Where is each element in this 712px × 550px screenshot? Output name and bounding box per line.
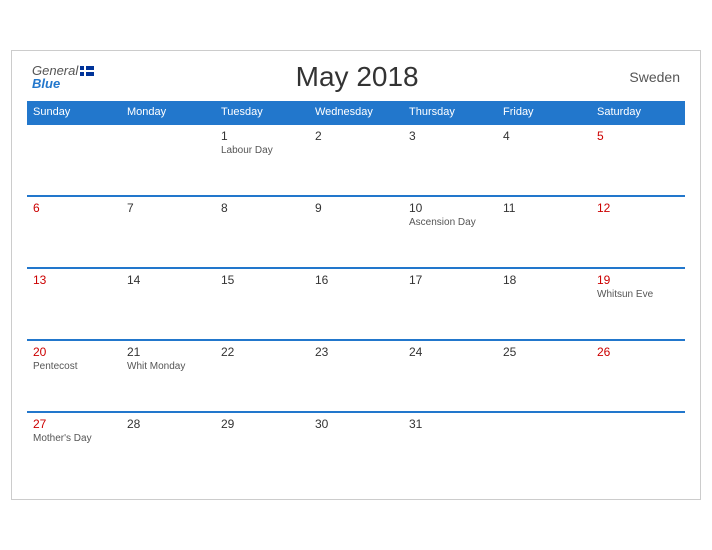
calendar-cell: 8 bbox=[215, 196, 309, 268]
calendar-cell: 13 bbox=[27, 268, 121, 340]
week-row-3: 20 Pentecost 21 Whit Monday 22 23 24 25 26 bbox=[27, 340, 685, 412]
day-number: 21 bbox=[127, 345, 209, 359]
day-number: 1 bbox=[221, 129, 303, 143]
day-number: 16 bbox=[315, 273, 397, 287]
calendar-cell: 21 Whit Monday bbox=[121, 340, 215, 412]
calendar-cell: 14 bbox=[121, 268, 215, 340]
day-event: Whitsun Eve bbox=[597, 289, 679, 300]
day-number: 22 bbox=[221, 345, 303, 359]
calendar-cell: 9 bbox=[309, 196, 403, 268]
day-number: 9 bbox=[315, 201, 397, 215]
calendar-cell: 23 bbox=[309, 340, 403, 412]
day-event: Whit Monday bbox=[127, 361, 209, 372]
day-number: 15 bbox=[221, 273, 303, 287]
calendar-country: Sweden bbox=[620, 69, 680, 85]
day-number: 17 bbox=[409, 273, 491, 287]
day-number: 13 bbox=[33, 273, 115, 287]
calendar-cell: 1 Labour Day bbox=[215, 124, 309, 196]
calendar-cell: 15 bbox=[215, 268, 309, 340]
day-number: 12 bbox=[597, 201, 679, 215]
day-event: Labour Day bbox=[221, 145, 303, 156]
calendar-cell: 29 bbox=[215, 412, 309, 484]
week-row-0: 1 Labour Day 2345 bbox=[27, 124, 685, 196]
day-number: 28 bbox=[127, 417, 209, 431]
week-row-1: 6789 10 Ascension Day 11 12 bbox=[27, 196, 685, 268]
calendar-cell: 16 bbox=[309, 268, 403, 340]
calendar-cell: 24 bbox=[403, 340, 497, 412]
calendar-cell: 10 Ascension Day bbox=[403, 196, 497, 268]
calendar-cell: 20 Pentecost bbox=[27, 340, 121, 412]
logo: General Blue bbox=[32, 64, 94, 90]
calendar-cell: 18 bbox=[497, 268, 591, 340]
weekday-header-tuesday: Tuesday bbox=[215, 101, 309, 124]
calendar-cell bbox=[591, 412, 685, 484]
day-number: 18 bbox=[503, 273, 585, 287]
day-number: 23 bbox=[315, 345, 397, 359]
calendar-cell: 28 bbox=[121, 412, 215, 484]
calendar-cell: 2 bbox=[309, 124, 403, 196]
calendar-header: General Blue May 2018 Sweden bbox=[27, 61, 685, 93]
calendar-container: General Blue May 2018 Sweden SundayMonda… bbox=[11, 50, 701, 500]
calendar-cell: 4 bbox=[497, 124, 591, 196]
calendar-cell: 7 bbox=[121, 196, 215, 268]
logo-flag-icon bbox=[80, 66, 94, 76]
calendar-cell: 19 Whitsun Eve bbox=[591, 268, 685, 340]
calendar-grid: SundayMondayTuesdayWednesdayThursdayFrid… bbox=[27, 101, 685, 484]
day-number: 2 bbox=[315, 129, 397, 143]
week-row-2: 13 14 15 16 17 18 19 Whitsun Eve bbox=[27, 268, 685, 340]
calendar-cell: 27 Mother's Day bbox=[27, 412, 121, 484]
day-number: 7 bbox=[127, 201, 209, 215]
day-number: 10 bbox=[409, 201, 491, 215]
day-number: 25 bbox=[503, 345, 585, 359]
calendar-cell: 17 bbox=[403, 268, 497, 340]
calendar-cell: 26 bbox=[591, 340, 685, 412]
calendar-cell: 31 bbox=[403, 412, 497, 484]
day-number: 24 bbox=[409, 345, 491, 359]
calendar-cell: 11 bbox=[497, 196, 591, 268]
logo-blue-text: Blue bbox=[32, 77, 60, 90]
day-number: 3 bbox=[409, 129, 491, 143]
day-number: 26 bbox=[597, 345, 679, 359]
calendar-cell: 6 bbox=[27, 196, 121, 268]
day-number: 31 bbox=[409, 417, 491, 431]
calendar-cell bbox=[121, 124, 215, 196]
day-event: Ascension Day bbox=[409, 217, 491, 228]
weekday-header-thursday: Thursday bbox=[403, 101, 497, 124]
day-event: Mother's Day bbox=[33, 433, 115, 444]
calendar-cell: 22 bbox=[215, 340, 309, 412]
calendar-cell: 25 bbox=[497, 340, 591, 412]
day-number: 29 bbox=[221, 417, 303, 431]
weekday-header-friday: Friday bbox=[497, 101, 591, 124]
day-number: 6 bbox=[33, 201, 115, 215]
weekday-header-saturday: Saturday bbox=[591, 101, 685, 124]
day-number: 14 bbox=[127, 273, 209, 287]
day-number: 5 bbox=[597, 129, 679, 143]
weekday-header-wednesday: Wednesday bbox=[309, 101, 403, 124]
day-number: 20 bbox=[33, 345, 115, 359]
calendar-cell: 5 bbox=[591, 124, 685, 196]
calendar-cell bbox=[27, 124, 121, 196]
weekday-header-row: SundayMondayTuesdayWednesdayThursdayFrid… bbox=[27, 101, 685, 124]
day-number: 30 bbox=[315, 417, 397, 431]
day-number: 4 bbox=[503, 129, 585, 143]
calendar-cell: 12 bbox=[591, 196, 685, 268]
weekday-header-sunday: Sunday bbox=[27, 101, 121, 124]
day-event: Pentecost bbox=[33, 361, 115, 372]
week-row-4: 27 Mother's Day 28 29 30 31 bbox=[27, 412, 685, 484]
calendar-title: May 2018 bbox=[94, 61, 620, 93]
day-number: 8 bbox=[221, 201, 303, 215]
day-number: 19 bbox=[597, 273, 679, 287]
day-number: 11 bbox=[503, 201, 585, 215]
calendar-cell: 30 bbox=[309, 412, 403, 484]
day-number: 27 bbox=[33, 417, 115, 431]
calendar-cell: 3 bbox=[403, 124, 497, 196]
calendar-cell bbox=[497, 412, 591, 484]
weekday-header-monday: Monday bbox=[121, 101, 215, 124]
